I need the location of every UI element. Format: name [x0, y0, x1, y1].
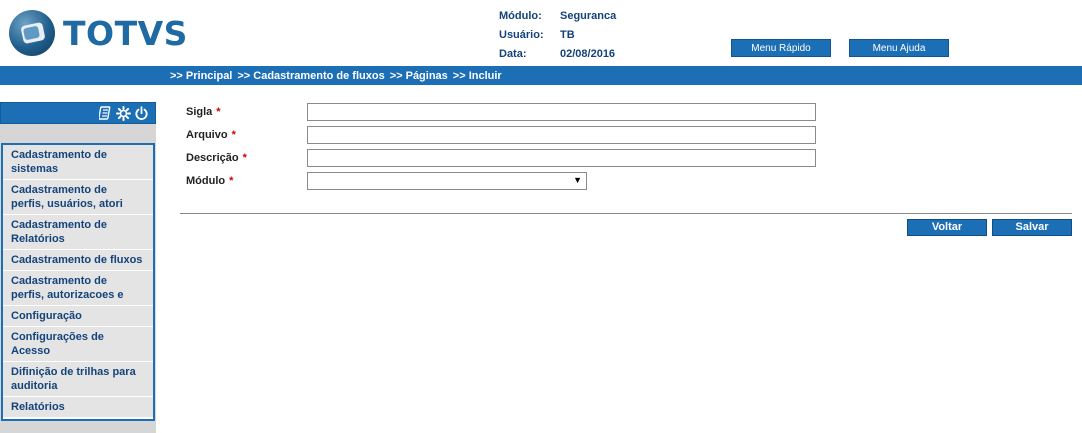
sidebar-item-label: sistemas	[11, 163, 59, 175]
descricao-label: Descrição *	[186, 152, 247, 164]
voltar-button[interactable]: Voltar	[907, 219, 987, 236]
sidebar-item-label: Acesso	[11, 345, 51, 357]
sidebar-item-cadastramento-fluxos[interactable]: Cadastramento de fluxos	[3, 250, 153, 271]
usuario-row: Usuário: TB	[499, 25, 616, 44]
sidebar-item-configuracoes-acesso[interactable]: Configurações de Acesso	[3, 327, 153, 362]
arquivo-label: Arquivo *	[186, 129, 236, 141]
data-label: Data:	[499, 47, 527, 60]
sidebar-item-label: Difinição de trilhas para	[11, 366, 136, 378]
sidebar-item-cadastramento-perfis-autorizacoes[interactable]: Cadastramento de perfis, autorizacoes e	[3, 271, 153, 306]
breadcrumb-paginas[interactable]: >> Páginas	[390, 70, 448, 82]
gear-icon[interactable]	[116, 105, 131, 121]
calculator-icon[interactable]	[98, 106, 113, 121]
sidebar-item-label: Configurações de	[11, 331, 104, 343]
menu-rapido-button[interactable]: Menu Rápido	[731, 39, 831, 57]
sidebar-item-label: auditoria	[11, 380, 58, 392]
arquivo-input[interactable]	[307, 126, 816, 144]
salvar-button[interactable]: Salvar	[992, 219, 1072, 236]
sidebar-item-label: Cadastramento de	[11, 184, 107, 196]
required-mark: *	[216, 106, 221, 118]
required-mark: *	[229, 175, 234, 187]
menu-ajuda-button[interactable]: Menu Ajuda	[849, 39, 949, 57]
header: TOTVS Módulo: Seguranca Usuário: TB Data…	[0, 0, 1082, 66]
sidebar-item-configuracao[interactable]: Configuração	[3, 306, 153, 327]
sidebar-item-relatorios[interactable]: Relatórios	[3, 397, 153, 418]
sidebar: Cadastramento de sistemas Cadastramento …	[0, 102, 156, 433]
sidebar-item-label: Relatórios	[11, 233, 65, 245]
modulo-row: Módulo: Seguranca	[499, 6, 616, 25]
totvs-logo-mark-icon	[9, 10, 55, 56]
brand-name: TOTVS	[63, 13, 188, 53]
required-mark: *	[231, 129, 236, 141]
data-value: 02/08/2016	[560, 47, 616, 60]
sidebar-item-label: Configuração	[11, 310, 82, 322]
sidebar-item-cadastramento-relatorios[interactable]: Cadastramento de Relatórios	[3, 215, 153, 250]
sidebar-item-label: Cadastramento de	[11, 149, 107, 161]
usuario-value: TB	[560, 28, 575, 41]
sidebar-item-label: Cadastramento de	[11, 219, 107, 231]
form-divider	[180, 213, 1072, 214]
breadcrumb-cadastramento-fluxos[interactable]: >> Cadastramento de fluxos	[237, 70, 384, 82]
required-mark: *	[242, 152, 247, 164]
sidebar-item-cadastramento-perfis-usuarios[interactable]: Cadastramento de perfis, usuários, atori	[3, 180, 153, 215]
power-icon[interactable]	[134, 105, 149, 121]
descricao-input[interactable]	[307, 149, 816, 167]
sidebar-item-cadastramento-sistemas[interactable]: Cadastramento de sistemas	[3, 145, 153, 180]
sidebar-item-label: Cadastramento de	[11, 275, 107, 287]
data-row: Data: 02/08/2016	[499, 44, 616, 63]
sidebar-item-trilhas-auditoria[interactable]: Difinição de trilhas para auditoria	[3, 362, 153, 397]
chevron-down-icon: ▼	[573, 175, 582, 185]
sidebar-item-label: perfis, autorizacoes e	[11, 289, 124, 301]
modulo-label: Módulo:	[499, 9, 542, 22]
breadcrumb-incluir: >> Incluir	[452, 69, 502, 82]
sigla-label: Sigla *	[186, 106, 221, 118]
modulo-select[interactable]: ▼	[307, 172, 587, 190]
usuario-label: Usuário:	[499, 28, 544, 41]
sidebar-toolbar	[0, 102, 156, 124]
sigla-input[interactable]	[307, 103, 816, 121]
session-info: Módulo: Seguranca Usuário: TB Data: 02/0…	[499, 6, 616, 63]
modulo-value: Seguranca	[560, 9, 617, 22]
breadcrumb-principal[interactable]: >> Principal	[170, 70, 232, 82]
modulo-label: Módulo *	[186, 175, 234, 187]
breadcrumb: >> Principal >> Cadastramento de fluxos …	[0, 66, 1082, 85]
sidebar-item-label: perfis, usuários, atori	[11, 198, 123, 210]
sidebar-item-label: Cadastramento de fluxos	[11, 254, 143, 266]
sidebar-item-label: Relatórios	[11, 401, 65, 413]
sidebar-menu: Cadastramento de sistemas Cadastramento …	[1, 143, 155, 421]
totvs-logo[interactable]: TOTVS	[9, 9, 187, 57]
